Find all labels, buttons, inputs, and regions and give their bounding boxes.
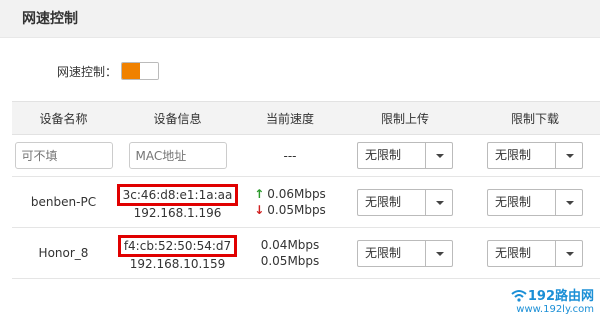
col-header-current-speed: 当前速度 <box>240 101 340 135</box>
watermark-url: www.192ly.com <box>516 304 594 315</box>
site-watermark: 192路由网 www.192ly.com <box>510 285 594 315</box>
toggle-on-indicator <box>122 63 141 79</box>
download-speed: 0.05Mbps <box>267 203 326 217</box>
download-speed: 0.05Mbps <box>260 254 320 268</box>
col-header-upload-limit: 限制上传 <box>340 101 470 135</box>
download-limit-value: 无限制 <box>495 245 532 260</box>
chevron-down-icon[interactable] <box>555 143 582 168</box>
watermark-brand: 192路由网 <box>527 289 594 304</box>
upload-speed: 0.04Mbps <box>260 238 320 252</box>
upload-speed: 0.06Mbps <box>267 187 326 201</box>
upload-limit-select[interactable]: 无限制 <box>357 239 453 267</box>
mac-address-input[interactable] <box>128 142 227 169</box>
download-limit-value: 无限制 <box>495 194 532 209</box>
qos-toggle-row: 网速控制： <box>57 62 160 80</box>
page-title: 网速控制 <box>22 11 78 27</box>
device-mac-highlighted: 3c:46:d8:e1:1a:aa <box>116 183 239 206</box>
chevron-down-icon[interactable] <box>555 189 582 215</box>
device-ip: 192.168.10.159 <box>129 256 226 271</box>
device-mac-highlighted: f4:cb:52:50:54:d7 <box>117 234 238 257</box>
table-header-row: 设备名称 设备信息 当前速度 限制上传 限制下载 <box>12 101 600 135</box>
col-header-device-name: 设备名称 <box>12 101 115 135</box>
upload-limit-value: 无限制 <box>365 194 402 209</box>
device-name-input[interactable] <box>14 142 113 169</box>
header-bar: 网速控制 <box>0 0 600 38</box>
upload-limit-value: 无限制 <box>365 148 402 162</box>
toggle-label: 网速控制： <box>57 64 118 79</box>
speed-limit-table: 设备名称 设备信息 当前速度 限制上传 限制下载 --- 无限制 <box>12 101 600 279</box>
device-name: benben-PC <box>12 176 115 228</box>
device-ip: 192.168.1.196 <box>133 205 222 220</box>
download-limit-value: 无限制 <box>495 148 532 162</box>
wifi-icon <box>511 289 527 302</box>
chevron-down-icon[interactable] <box>425 240 452 266</box>
arrow-up-icon: ↑ <box>254 187 265 201</box>
table-row: benben-PC 3c:46:d8:e1:1a:aa 192.168.1.19… <box>12 176 600 228</box>
arrow-down-icon: ↓ <box>254 203 265 217</box>
chevron-down-icon[interactable] <box>555 240 582 266</box>
chevron-down-icon[interactable] <box>425 143 452 168</box>
toggle-off-area <box>140 63 159 79</box>
upload-limit-select[interactable]: 无限制 <box>357 188 453 216</box>
col-header-download-limit: 限制下载 <box>470 101 600 135</box>
download-limit-select[interactable]: 无限制 <box>487 239 583 267</box>
add-device-row: --- 无限制 无限制 <box>12 134 600 177</box>
qos-toggle-switch[interactable] <box>121 62 160 80</box>
upload-limit-select[interactable]: 无限制 <box>357 142 453 169</box>
download-limit-select[interactable]: 无限制 <box>487 142 583 169</box>
download-limit-select[interactable]: 无限制 <box>487 188 583 216</box>
col-header-device-info: 设备信息 <box>115 101 240 135</box>
table-row: Honor_8 f4:cb:52:50:54:d7 192.168.10.159… <box>12 227 600 279</box>
device-name: Honor_8 <box>12 227 115 279</box>
speed-placeholder: --- <box>240 134 340 177</box>
upload-limit-value: 无限制 <box>365 245 402 260</box>
chevron-down-icon[interactable] <box>425 189 452 215</box>
